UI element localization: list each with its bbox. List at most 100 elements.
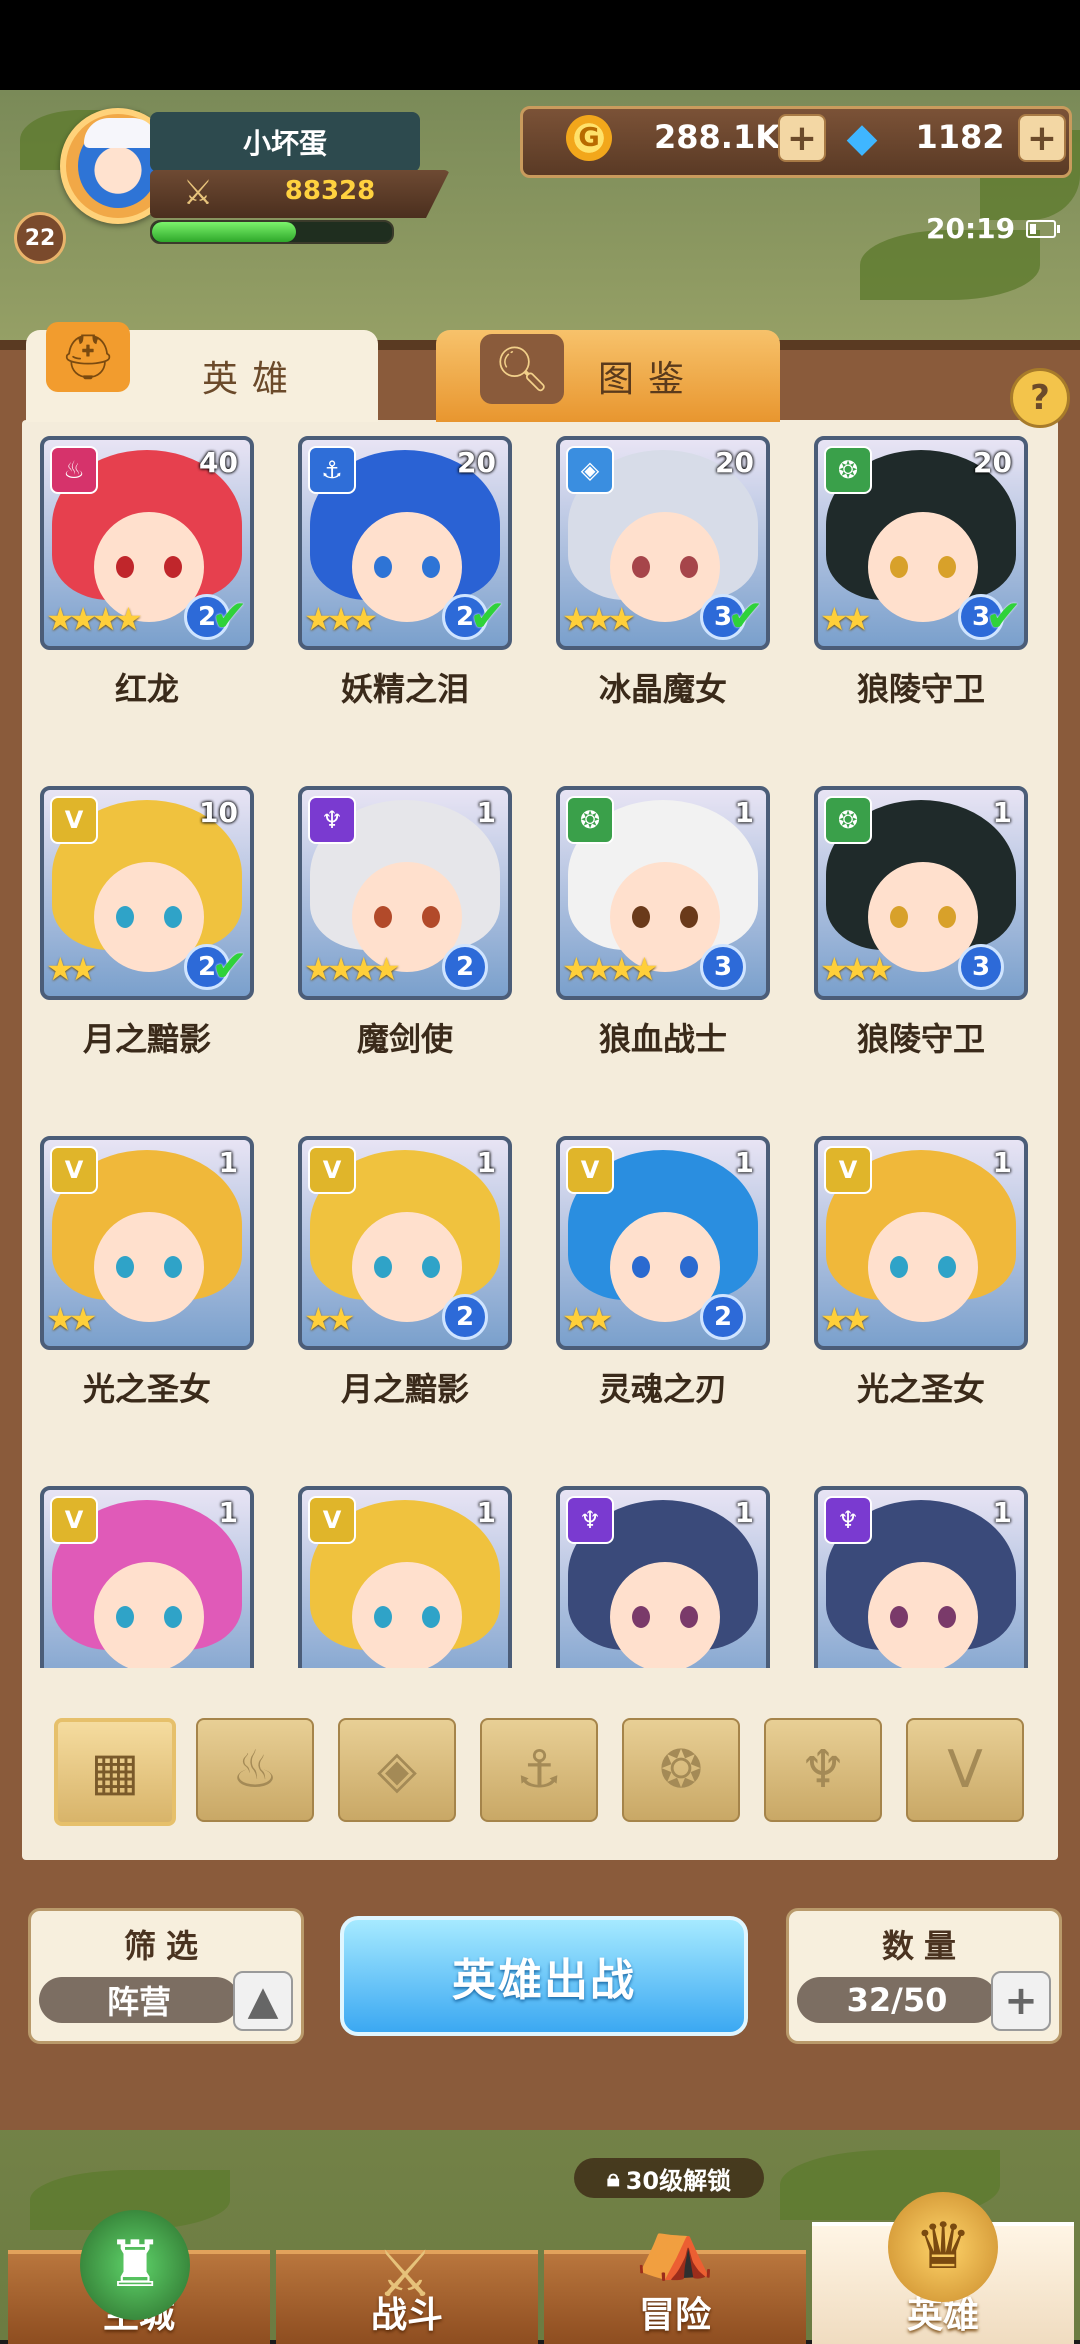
hero-face xyxy=(94,1562,204,1668)
hero-stars: ★★ xyxy=(46,950,97,988)
hero-level: 20 xyxy=(715,446,754,479)
hero-card[interactable]: V 1 ★★ 光之圣女 xyxy=(40,1136,254,1408)
deployed-check-icon: ✔ xyxy=(469,591,506,642)
hero-stars: ★★★ xyxy=(304,600,378,638)
hero-portrait: V 10 ★★ 2 ✔ xyxy=(40,786,254,1000)
hero-name: 光之圣女 xyxy=(856,1370,985,1408)
hero-card[interactable]: V1 xyxy=(298,1486,512,1668)
hero-portrait: ⚓ 20 ★★★ 2 ✔ xyxy=(298,436,512,650)
hero-portrait: ❂ 20 ★★ 3 ✔ xyxy=(814,436,1028,650)
hero-grid: ♨ 40 ★★★★ 2 ✔ 红龙 ⚓ 20 ★★★ 2 ✔ 妖精之泪 ◈ 20 ★★★ 3 ✔ 冰晶魔女 ❂ 20 ★★… xyxy=(22,430,1058,1668)
deployed-check-icon: ✔ xyxy=(211,941,248,992)
light-faction-icon: V xyxy=(824,1146,872,1194)
hero-eye xyxy=(374,906,392,928)
hero-card[interactable]: ◈ 20 ★★★ 3 ✔ 冰晶魔女 xyxy=(556,436,770,708)
hero-rank-badge: 2 xyxy=(700,1294,746,1340)
hero-rank-badge: 2 xyxy=(442,1294,488,1340)
castle-icon: ♜ xyxy=(80,2210,190,2320)
crystal-faction-icon: ◈ xyxy=(566,446,614,494)
hero-card[interactable]: ♆ 1 xyxy=(556,1486,770,1668)
lock-icon: 🔒︎ xyxy=(606,2164,620,2192)
player-level-badge: 22 xyxy=(14,212,66,264)
hero-eye xyxy=(680,556,698,578)
filter-value[interactable]: 阵营 xyxy=(39,1977,239,2023)
hero-stars: ★★ xyxy=(46,1300,97,1338)
hero-level: 1 xyxy=(992,1496,1012,1529)
hero-level: 1 xyxy=(476,1496,496,1529)
hero-card[interactable]: V 1 ★★ 光之圣女 xyxy=(814,1136,1028,1408)
dark-faction-icon[interactable]: ♆ xyxy=(764,1718,882,1822)
hero-eye xyxy=(632,1256,650,1278)
hero-card[interactable]: ❂ 20 ★★ 3 ✔ 狼陵守卫 xyxy=(814,436,1028,708)
hero-level: 1 xyxy=(734,1496,754,1529)
expand-capacity-button[interactable]: + xyxy=(991,1971,1051,2031)
hero-eye xyxy=(938,1606,956,1628)
flame-faction-icon: ♨ xyxy=(50,446,98,494)
hero-eye xyxy=(116,556,134,578)
hero-eye xyxy=(680,906,698,928)
hero-rank-badge: 3 xyxy=(958,944,1004,990)
hero-name: 魔剑使 xyxy=(356,1020,453,1058)
hero-name: 冰晶魔女 xyxy=(598,670,727,708)
hero-card[interactable]: V 10 ★★ 2 ✔ 月之黯影 xyxy=(40,786,254,1058)
hero-card[interactable]: V 1 ★★ 2 灵魂之刃 xyxy=(556,1136,770,1408)
hero-helmet-icon: ♛ xyxy=(888,2192,998,2302)
hero-portrait: ♆ 1 xyxy=(556,1486,770,1668)
experience-bar xyxy=(150,220,394,244)
hero-card[interactable]: V 1 ★★ 2 月之黯影 xyxy=(298,1136,512,1408)
anchor-faction-icon[interactable]: ⚓ xyxy=(480,1718,598,1822)
deploy-heroes-button[interactable]: 英雄出战 xyxy=(340,1916,748,2036)
help-button[interactable]: ? xyxy=(1010,368,1070,428)
deployed-check-icon: ✔ xyxy=(211,591,248,642)
beast-faction-icon[interactable]: ❂ xyxy=(622,1718,740,1822)
hero-face xyxy=(352,1562,462,1668)
bottom-nav: 主城 ♜ 战斗 ⚔ 冒险 ⛺ 英雄 ♛ xyxy=(0,2130,1080,2344)
count-panel: 数量 32/50 + xyxy=(786,1908,1062,2044)
beast-faction-icon: ❂ xyxy=(566,796,614,844)
hero-eye xyxy=(116,1606,134,1628)
dark-faction-icon: ♆ xyxy=(308,796,356,844)
tab-gallery-label: 图鉴 xyxy=(597,359,698,400)
hero-portrait: V 1 ★★ 2 xyxy=(298,1136,512,1350)
deployed-check-icon: ✔ xyxy=(727,591,764,642)
hero-eye xyxy=(164,1256,182,1278)
hero-eye xyxy=(164,906,182,928)
hero-card[interactable]: ♨ 40 ★★★★ 2 ✔ 红龙 xyxy=(40,436,254,708)
filter-label: 筛选 xyxy=(123,1927,208,1965)
hero-eye xyxy=(374,1256,392,1278)
light-faction-icon[interactable]: V xyxy=(906,1718,1024,1822)
power-value: 88328 xyxy=(284,176,376,206)
hero-portrait: V 1 ★★ 2 xyxy=(556,1136,770,1350)
hero-name: 月之黯影 xyxy=(340,1370,469,1408)
hero-eye xyxy=(938,556,956,578)
hero-card[interactable]: V1 xyxy=(40,1486,254,1668)
hero-eye xyxy=(890,1256,908,1278)
filter-panel: 筛选 阵营 ▲ xyxy=(28,1908,304,2044)
hero-eye xyxy=(632,906,650,928)
hero-portrait: ❂ 1 ★★★ 3 xyxy=(814,786,1028,1000)
hero-level: 20 xyxy=(973,446,1012,479)
add-gems-button[interactable]: + xyxy=(1018,114,1066,162)
deployed-check-icon: ✔ xyxy=(985,591,1022,642)
crystal-faction-icon[interactable]: ◈ xyxy=(338,1718,456,1822)
hero-card[interactable]: ❂ 1 ★★★ 3 狼陵守卫 xyxy=(814,786,1028,1058)
magnifier-icon: 🔍︎ xyxy=(480,334,564,404)
hero-name: 狼陵守卫 xyxy=(856,670,985,708)
add-gold-button[interactable]: + xyxy=(778,114,826,162)
hero-portrait: ◈ 20 ★★★ 3 ✔ xyxy=(556,436,770,650)
hero-portrait: ♨ 40 ★★★★ 2 ✔ xyxy=(40,436,254,650)
hero-card[interactable]: ❂ 1 ★★★★ 3 狼血战士 xyxy=(556,786,770,1058)
flame-faction-icon[interactable]: ♨ xyxy=(196,1718,314,1822)
avatar-hat xyxy=(84,118,158,148)
hero-face xyxy=(94,1212,204,1322)
grid-icon[interactable]: ▦ xyxy=(54,1718,176,1826)
hero-face xyxy=(610,1562,720,1668)
hero-name: 狼陵守卫 xyxy=(856,1020,985,1058)
hero-card[interactable]: ♆ 1 xyxy=(814,1486,1028,1668)
hero-card[interactable]: ♆ 1 ★★★★ 2 魔剑使 xyxy=(298,786,512,1058)
hero-portrait: ❂ 1 ★★★★ 3 xyxy=(556,786,770,1000)
hero-card[interactable]: ⚓ 20 ★★★ 2 ✔ 妖精之泪 xyxy=(298,436,512,708)
filter-toggle-button[interactable]: ▲ xyxy=(233,1971,293,2031)
dark-faction-icon: ♆ xyxy=(824,1496,872,1544)
hero-name: 灵魂之刃 xyxy=(598,1370,727,1408)
